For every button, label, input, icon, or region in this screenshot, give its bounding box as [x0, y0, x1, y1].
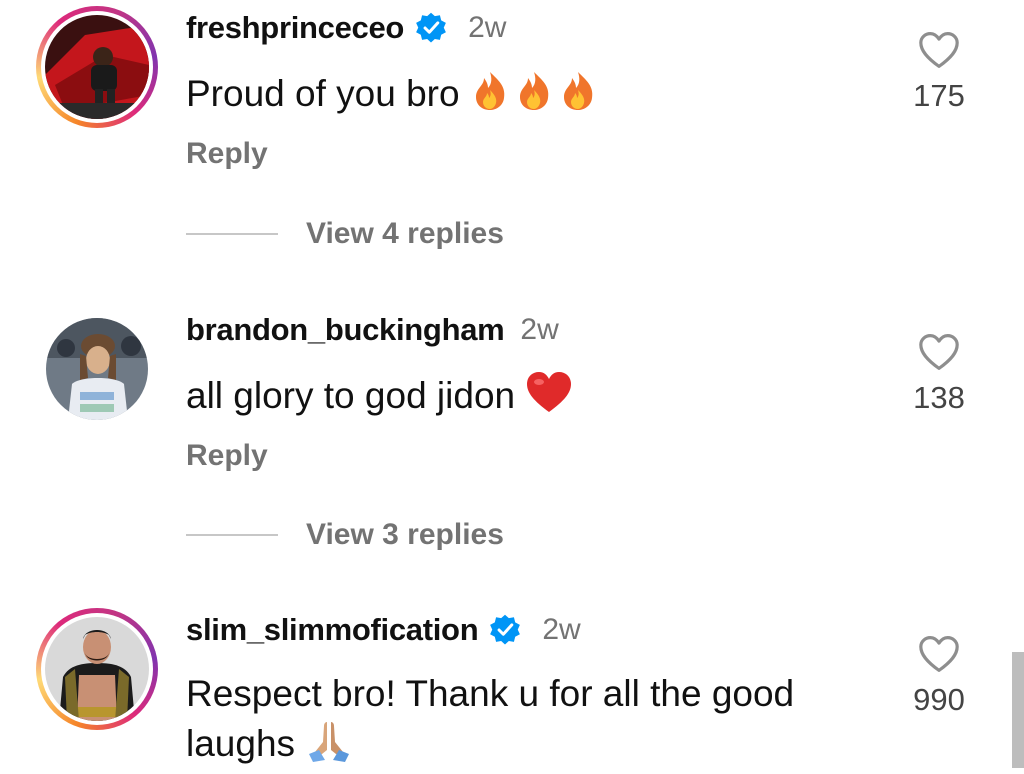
comment-text: Respect bro! Thank u for all the good la… [186, 670, 876, 774]
red-heart-emoji-icon [525, 370, 573, 426]
like-count: 138 [913, 380, 965, 415]
avatar[interactable] [36, 6, 158, 128]
reply-button[interactable]: Reply [186, 439, 268, 473]
divider-line [186, 534, 278, 536]
reply-button[interactable]: Reply [186, 137, 268, 171]
divider-line [186, 233, 278, 235]
like-count: 175 [913, 78, 965, 113]
comment-text-line: Respect bro! Thank u for all the good [186, 673, 795, 714]
like-button[interactable]: 990 [906, 634, 972, 718]
timestamp: 2w [542, 613, 581, 646]
timestamp: 2w [468, 11, 507, 44]
like-button[interactable]: 175 [906, 30, 972, 114]
like-count: 990 [913, 682, 965, 717]
username[interactable]: freshprinceceo [186, 10, 404, 46]
username[interactable]: slim_slimmofication [186, 612, 479, 648]
username[interactable]: brandon_buckingham [186, 312, 505, 348]
comment-text: all glory to god jidon [186, 370, 573, 426]
avatar[interactable] [36, 608, 158, 730]
verified-badge-icon [416, 12, 446, 43]
heart-icon [919, 32, 959, 68]
fire-emoji-icon [470, 68, 600, 124]
heart-icon [919, 636, 959, 672]
comment-text-line: laughs [186, 718, 876, 774]
verified-badge-icon [490, 614, 521, 645]
timestamp: 2w [520, 313, 559, 346]
comment-text: Proud of you bro [186, 68, 600, 124]
avatar[interactable] [46, 318, 148, 420]
heart-icon [919, 334, 959, 370]
like-button[interactable]: 138 [906, 332, 972, 416]
view-replies-label: View 4 replies [306, 217, 504, 250]
view-replies-button[interactable]: View 3 replies [186, 518, 504, 552]
view-replies-label: View 3 replies [306, 518, 504, 551]
folded-hands-emoji-icon [305, 718, 353, 774]
view-replies-button[interactable]: View 4 replies [186, 217, 504, 251]
scrollbar[interactable] [1012, 652, 1024, 768]
